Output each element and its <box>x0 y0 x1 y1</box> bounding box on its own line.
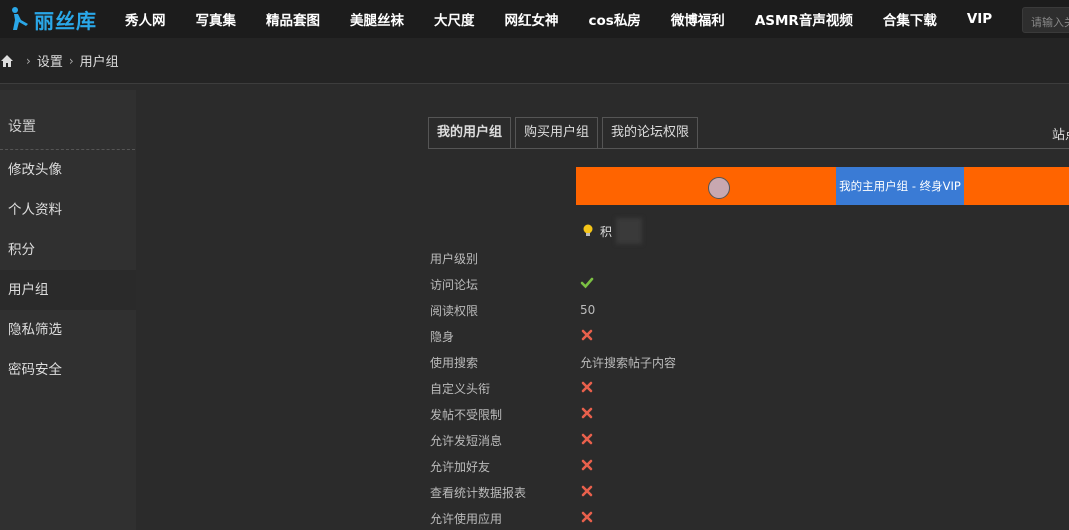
tab-divider <box>428 148 1069 149</box>
sidebar-item-avatar[interactable]: 修改头像 <box>0 150 136 190</box>
breadcrumb-settings[interactable]: 设置 <box>37 51 63 70</box>
nav-item-meitui[interactable]: 美腿丝袜 <box>335 9 419 29</box>
nav-item-asmr[interactable]: ASMR音声视频 <box>740 9 868 29</box>
permission-row: 允许使用应用 <box>430 505 594 530</box>
permission-value: 50 <box>580 303 596 317</box>
sidebar-item-profile[interactable]: 个人资料 <box>0 190 136 230</box>
permission-row: 用户级别 <box>430 245 580 271</box>
settings-sidebar: 设置 修改头像 个人资料 积分 用户组 隐私筛选 密码安全 <box>0 90 136 530</box>
permission-row: 允许发短消息 <box>430 427 594 453</box>
usergroup-tabs: 我的用户组 购买用户组 我的论坛权限 <box>428 117 702 149</box>
permission-value: 允许搜索帖子内容 <box>580 355 677 370</box>
home-icon[interactable] <box>0 54 14 68</box>
points-row: 积 <box>582 218 643 244</box>
sidebar-item-usergroup[interactable]: 用户组 <box>0 270 136 310</box>
main-nav: 秀人网 写真集 精品套图 美腿丝袜 大尺度 网红女神 cos私房 微博福利 AS… <box>110 0 1007 38</box>
tab-forum-permissions[interactable]: 我的论坛权限 <box>602 117 699 149</box>
nav-item-jingpin[interactable]: 精品套图 <box>251 9 335 29</box>
permission-label: 用户级别 <box>430 251 479 266</box>
permission-label: 阅读权限 <box>430 303 479 318</box>
lightbulb-icon <box>583 224 593 236</box>
nav-item-dachidu[interactable]: 大尺度 <box>419 9 490 29</box>
cross-icon <box>580 432 594 449</box>
permission-label: 访问论坛 <box>430 277 479 292</box>
breadcrumb-separator: › <box>68 53 74 68</box>
permission-row: 自定义头衔 <box>430 375 594 401</box>
permission-label: 隐身 <box>430 329 455 344</box>
permission-row: 阅读权限 50 <box>430 297 595 323</box>
top-navbar: 丽丝库 秀人网 写真集 精品套图 美腿丝袜 大尺度 网红女神 cos私房 微博福… <box>0 0 1069 38</box>
permission-label: 查看统计数据报表 <box>430 485 527 500</box>
cross-icon <box>580 510 594 527</box>
cross-icon <box>580 484 594 501</box>
header-right-link[interactable]: 站点 <box>1052 124 1069 143</box>
check-icon <box>580 276 594 293</box>
permission-label: 自定义头衔 <box>430 381 491 396</box>
search-input[interactable]: 请输入关键词 <box>1022 7 1069 33</box>
sidebar-title: 设置 <box>0 90 135 150</box>
cross-icon <box>580 406 594 423</box>
usergroup-banner: 我的主用户组 - 终身VIP <box>576 167 1069 205</box>
sidebar-item-privacy[interactable]: 隐私筛选 <box>0 310 136 350</box>
permission-row: 发帖不受限制 <box>430 401 594 427</box>
nav-item-cos[interactable]: cos私房 <box>574 9 656 29</box>
logo-figure-icon <box>12 7 28 30</box>
nav-item-xiezhenji[interactable]: 写真集 <box>181 9 252 29</box>
cross-icon <box>580 328 594 345</box>
permission-label: 使用搜索 <box>430 355 479 370</box>
permission-row: 使用搜索 允许搜索帖子内容 <box>430 349 676 375</box>
points-label: 积 <box>600 224 613 239</box>
permission-label: 允许使用应用 <box>430 511 503 526</box>
permission-label: 允许发短消息 <box>430 433 503 448</box>
breadcrumb-usergroup: 用户组 <box>79 55 119 70</box>
site-logo-text: 丽丝库 <box>34 8 97 33</box>
nav-item-xiurenwang[interactable]: 秀人网 <box>110 9 181 29</box>
sidebar-item-password[interactable]: 密码安全 <box>0 350 136 390</box>
breadcrumb-separator: › <box>26 53 31 68</box>
blurred-value <box>616 218 643 244</box>
tab-my-usergroup[interactable]: 我的用户组 <box>428 117 512 149</box>
breadcrumb: › 设置 › 用户组 <box>0 38 1069 84</box>
main-usergroup-label: 我的主用户组 - 终身VIP <box>836 167 964 205</box>
permission-row: 允许加好友 <box>430 453 594 479</box>
permission-label: 允许加好友 <box>430 459 491 474</box>
nav-item-weibo[interactable]: 微博福利 <box>656 9 740 29</box>
avatar <box>708 177 730 199</box>
cross-icon <box>580 380 594 397</box>
nav-item-wanghong[interactable]: 网红女神 <box>490 9 574 29</box>
site-logo[interactable]: 丽丝库 <box>0 0 110 38</box>
cross-icon <box>580 458 594 475</box>
nav-item-vip[interactable]: VIP <box>952 11 1007 27</box>
permission-row: 隐身 <box>430 323 594 349</box>
sidebar-item-points[interactable]: 积分 <box>0 230 136 270</box>
permission-row: 查看统计数据报表 <box>430 479 594 505</box>
permission-label: 发帖不受限制 <box>430 407 503 422</box>
tab-buy-usergroup[interactable]: 购买用户组 <box>515 117 599 149</box>
permission-row: 访问论坛 <box>430 271 594 297</box>
nav-item-heji[interactable]: 合集下载 <box>868 9 952 29</box>
